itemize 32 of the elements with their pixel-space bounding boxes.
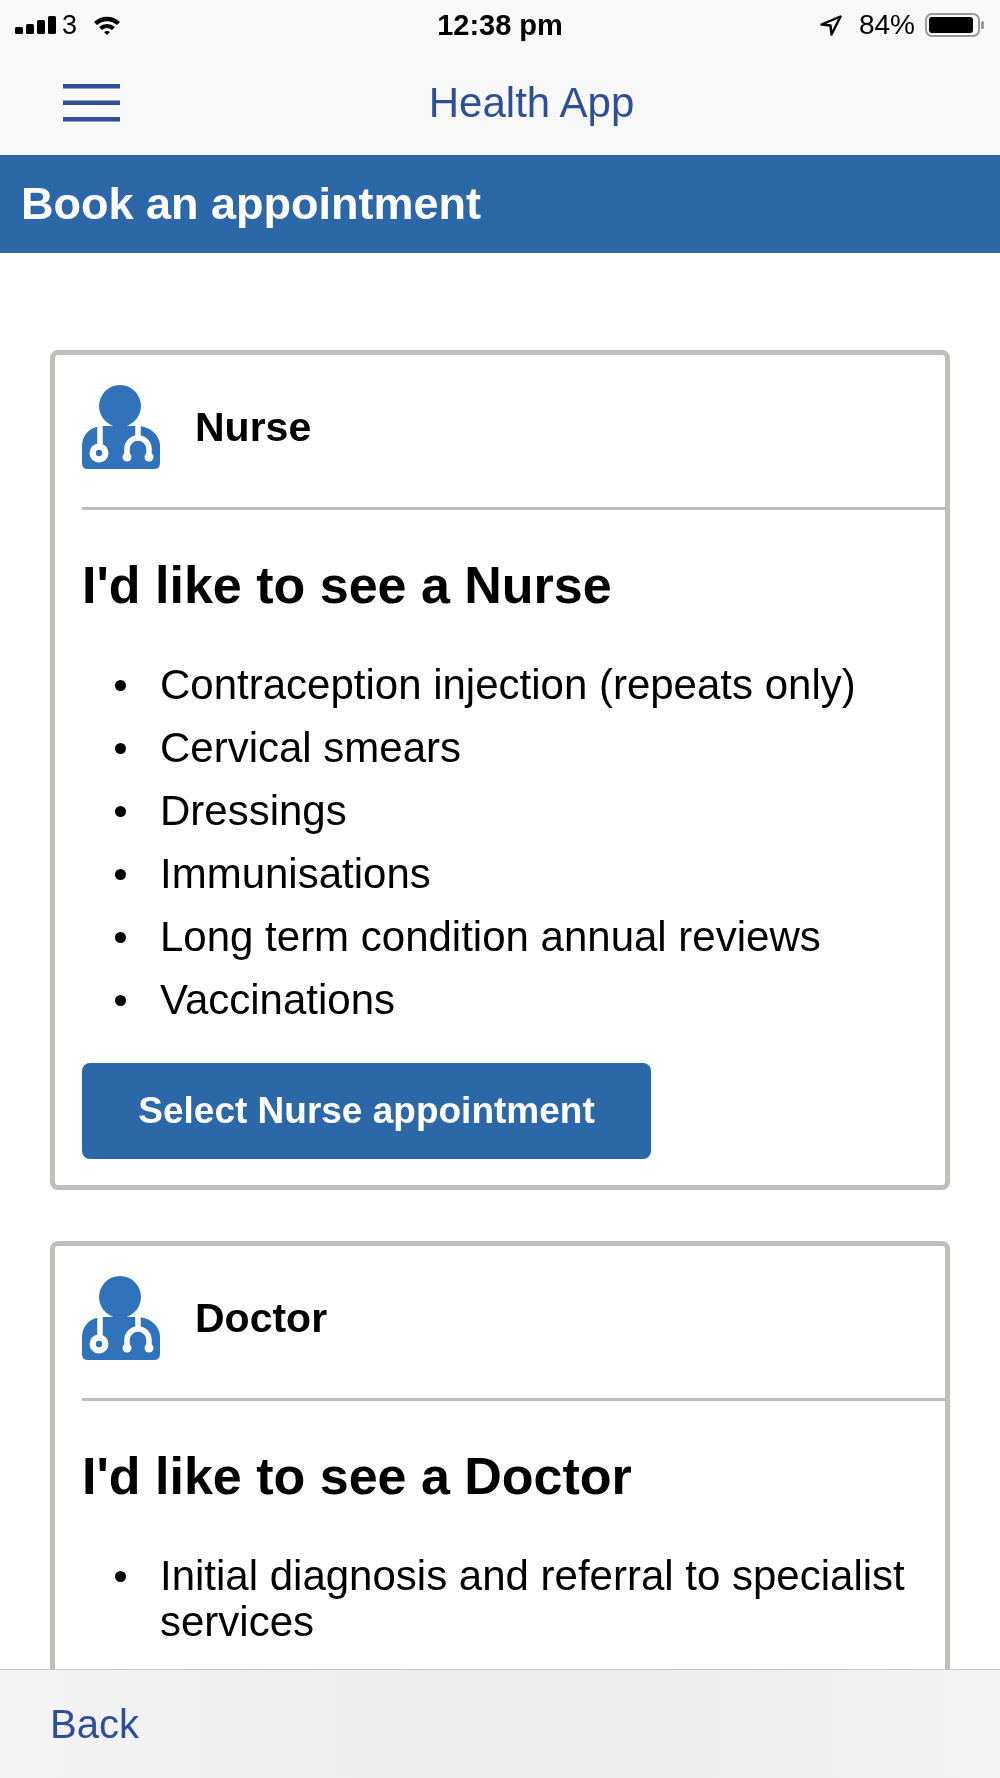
location-arrow-icon	[819, 14, 842, 36]
battery-percentage: 84%	[858, 10, 915, 40]
app-title: Health App	[428, 78, 635, 127]
bullet-icon	[115, 994, 126, 1006]
bullet-icon	[115, 1570, 126, 1582]
person-stethoscope-icon	[82, 385, 160, 469]
list-item-text: Cervical smears	[160, 725, 462, 771]
carrier-label: 3	[62, 10, 78, 40]
bullet-icon	[115, 931, 126, 943]
person-stethoscope-icon	[82, 1276, 160, 1360]
card-heading: I'd like to see a Nurse	[82, 555, 613, 615]
page-title: Book an appointment	[21, 178, 481, 230]
menu-icon[interactable]	[63, 83, 120, 122]
signal-bars-icon	[15, 16, 57, 34]
card-heading: I'd like to see a Doctor	[82, 1446, 633, 1506]
list-item-text: Initial diagnosis and referral to specialist services	[160, 1553, 906, 1645]
select-appointment-button[interactable]: Select Nurse appointment	[82, 1063, 651, 1159]
wifi-icon	[93, 15, 122, 35]
bullet-icon	[115, 805, 126, 817]
list-item-text: Dressings	[160, 788, 347, 834]
list-item-text: Long term condition annual reviews	[160, 914, 821, 960]
battery-icon	[925, 13, 985, 37]
list-item-text: Immunisations	[160, 851, 431, 897]
list-item-text: Contraception injection (repeats only)	[160, 662, 856, 708]
bullet-icon	[115, 868, 126, 880]
bullet-icon	[115, 679, 126, 691]
clock-time: 12:38 pm	[437, 9, 563, 41]
list-item-text: Vaccinations	[160, 977, 396, 1023]
service-title: Nurse	[195, 403, 312, 451]
back-button[interactable]: Back	[50, 1701, 139, 1747]
service-title: Doctor	[195, 1294, 328, 1342]
bullet-icon	[115, 742, 126, 754]
